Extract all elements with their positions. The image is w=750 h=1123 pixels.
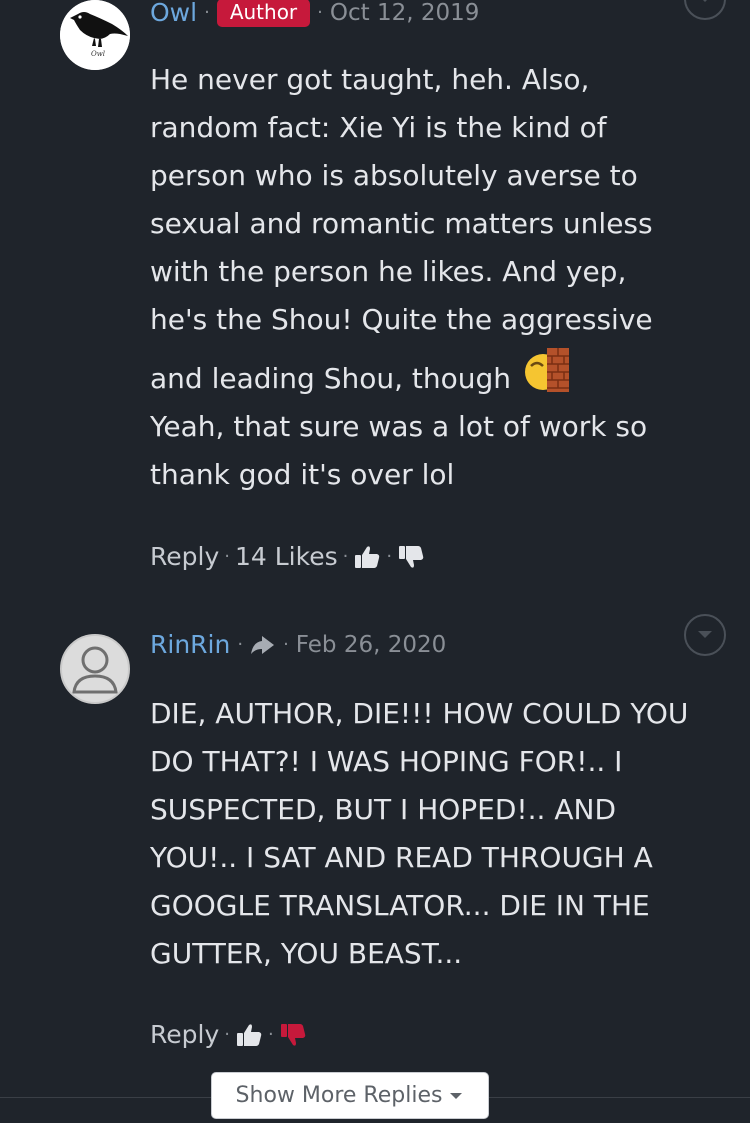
comment-date[interactable]: Oct 12, 2019 bbox=[330, 0, 480, 26]
thumbs-up-icon[interactable] bbox=[235, 1021, 263, 1049]
separator-dot: · bbox=[317, 2, 323, 23]
comment-menu-button[interactable] bbox=[684, 0, 726, 20]
comment-paragraph: He never got taught, heh. Also, random f… bbox=[150, 56, 690, 403]
separator-dot: · bbox=[267, 1024, 274, 1045]
default-user-avatar[interactable] bbox=[60, 634, 130, 704]
comment-body: DIE, AUTHOR, DIE!!! HOW COULD YOU DO THA… bbox=[150, 690, 690, 978]
comment-text: He never got taught, heh. Also, random f… bbox=[150, 63, 653, 395]
separator-dot: · bbox=[224, 546, 230, 567]
user-silhouette-icon bbox=[72, 646, 118, 694]
thumbs-down-icon[interactable] bbox=[279, 1021, 307, 1049]
separator-dot: · bbox=[386, 546, 393, 567]
likes-count[interactable]: 14 Likes bbox=[235, 542, 338, 571]
comment-meta: Owl · Author · Oct 12, 2019 bbox=[150, 0, 479, 27]
face-behind-brick-wall-emoji bbox=[521, 344, 571, 394]
reply-button[interactable]: Reply bbox=[150, 542, 219, 571]
username[interactable]: RinRin bbox=[150, 630, 230, 659]
caret-down-icon bbox=[450, 1092, 463, 1099]
owl-logo-text: Owl bbox=[91, 50, 105, 58]
separator-dot: · bbox=[283, 634, 289, 655]
comment-date[interactable]: Feb 26, 2020 bbox=[296, 632, 446, 658]
reply-arrow-icon[interactable] bbox=[250, 634, 276, 656]
comment-body: He never got taught, heh. Also, random f… bbox=[150, 56, 690, 499]
chevron-down-icon bbox=[703, 0, 707, 2]
show-more-label: Show More Replies bbox=[235, 1083, 443, 1108]
comment-actions: Reply · 14 Likes · · bbox=[150, 542, 425, 571]
comment-paragraph: DIE, AUTHOR, DIE!!! HOW COULD YOU DO THA… bbox=[150, 697, 689, 970]
comment-meta: RinRin · · Feb 26, 2020 bbox=[150, 630, 446, 659]
thumbs-up-icon[interactable] bbox=[353, 543, 381, 571]
reply-button[interactable]: Reply bbox=[150, 1020, 219, 1049]
owl-logo-icon: Owl bbox=[60, 0, 130, 70]
chevron-down-icon bbox=[698, 631, 712, 638]
separator-dot: · bbox=[342, 546, 349, 567]
thumbs-down-icon[interactable] bbox=[397, 543, 425, 571]
show-more-replies-button[interactable]: Show More Replies bbox=[211, 1072, 489, 1119]
owl-avatar[interactable]: Owl bbox=[60, 0, 130, 70]
username[interactable]: Owl bbox=[150, 0, 197, 27]
comment-menu-button[interactable] bbox=[684, 614, 726, 656]
separator-dot: · bbox=[224, 1024, 230, 1045]
separator-dot: · bbox=[237, 634, 244, 655]
separator-dot: · bbox=[204, 2, 210, 23]
author-badge: Author bbox=[216, 0, 311, 27]
comment-paragraph: Yeah, that sure was a lot of work so tha… bbox=[150, 410, 648, 491]
comment-actions: Reply · · bbox=[150, 1020, 307, 1049]
